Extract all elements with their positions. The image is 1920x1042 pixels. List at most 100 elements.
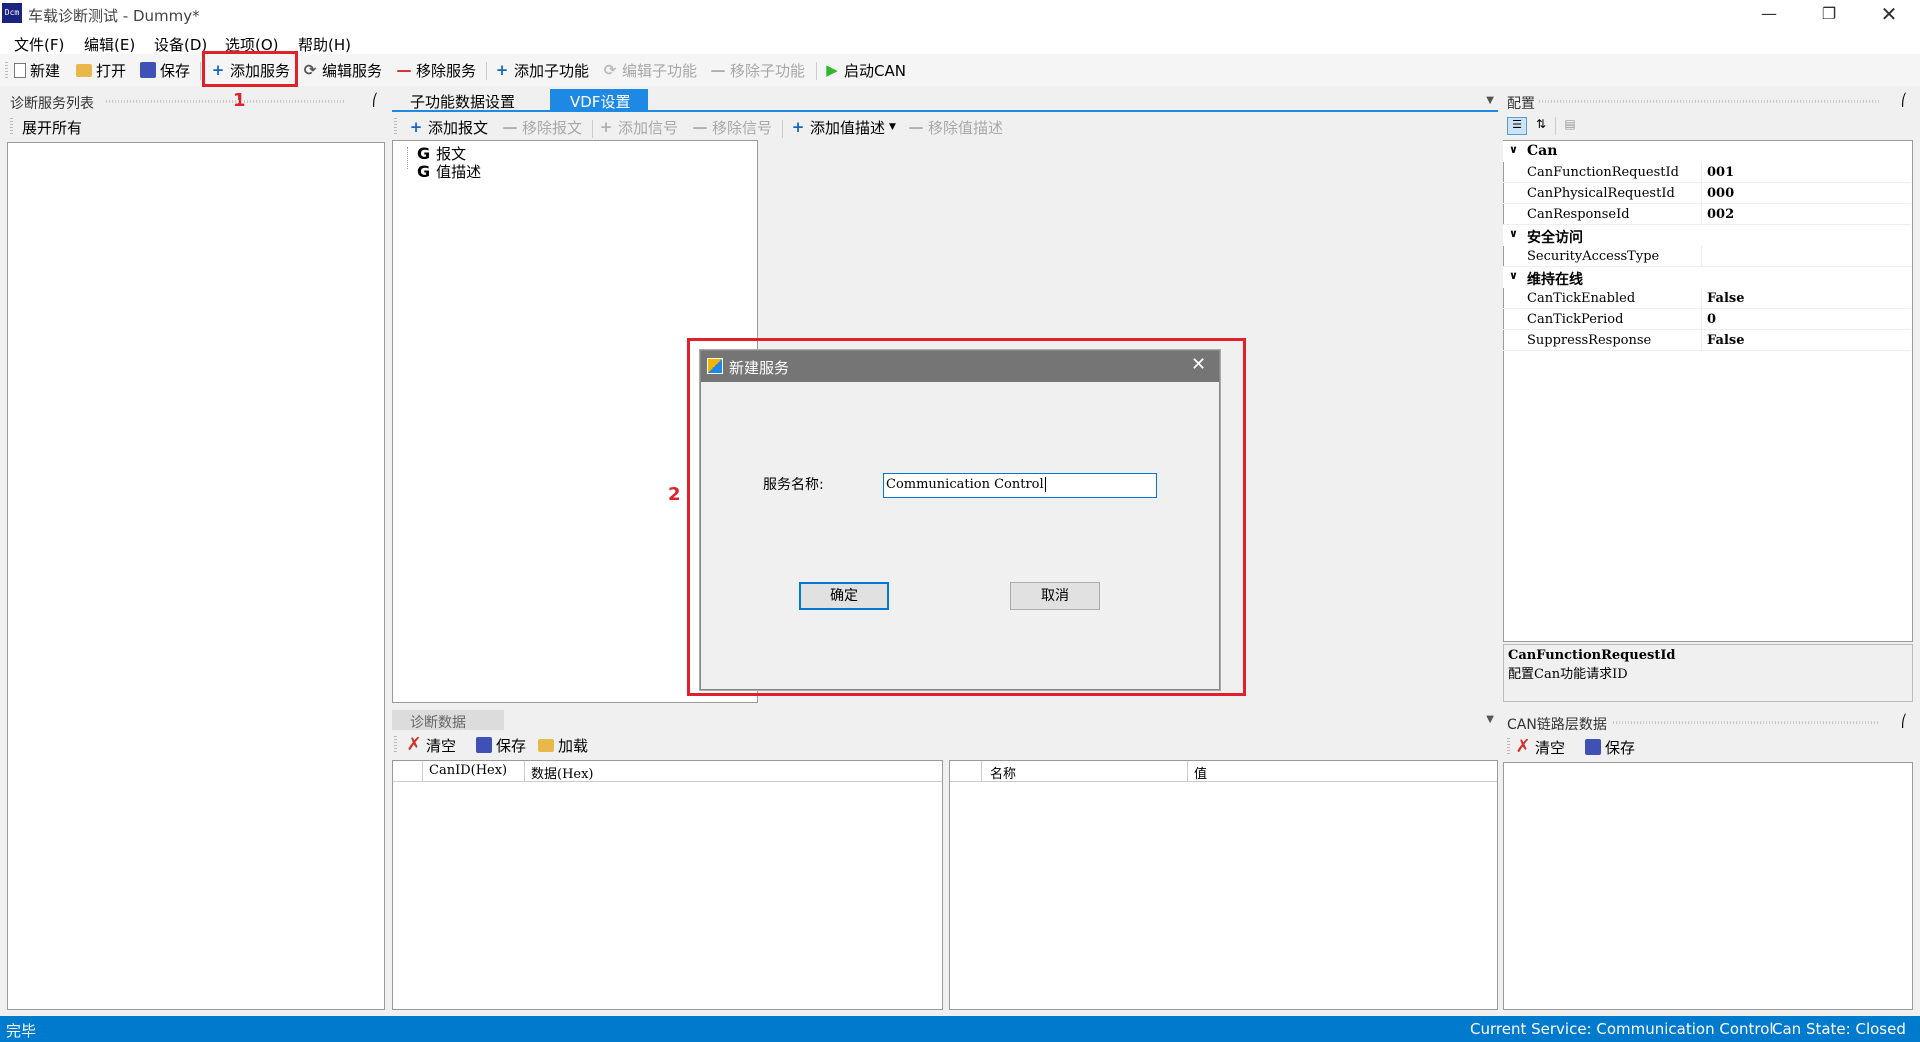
ok-button[interactable]: 确定	[799, 582, 889, 610]
diag-data-title[interactable]: 诊断数据	[392, 710, 504, 731]
floppy-icon	[1585, 739, 1601, 755]
clear-button[interactable]: ✗ 清空	[406, 734, 456, 756]
remove-subfunction-button[interactable]: — 移除子功能	[710, 59, 806, 81]
save-button[interactable]: 保存	[1585, 736, 1635, 758]
open-button[interactable]: 打开	[76, 59, 126, 81]
restore-button[interactable]: ❐	[1800, 0, 1858, 30]
tab-vdf-settings[interactable]: VDF设置	[550, 89, 649, 111]
minus-icon: —	[502, 118, 518, 136]
prop-row[interactable]: SecurityAccessType	[1503, 246, 1911, 267]
tab-subfunction-data[interactable]: 子功能数据设置	[392, 89, 533, 111]
chevron-down-icon: ∨	[1509, 143, 1518, 156]
app-icon: Dcm	[2, 3, 22, 23]
chevron-down-icon[interactable]: ▼	[1486, 95, 1494, 106]
prop-category-keepalive[interactable]: ∨ 维持在线	[1503, 267, 1911, 288]
decoded-table[interactable]: 名称 值	[949, 760, 1498, 1010]
prop-category-security[interactable]: ∨ 安全访问	[1503, 225, 1911, 246]
close-window-button[interactable]: ✕	[1860, 0, 1918, 30]
minimize-button[interactable]: —	[1740, 0, 1798, 30]
column-value[interactable]: 值	[1188, 761, 1497, 782]
minus-icon: —	[396, 61, 412, 79]
prop-row[interactable]: CanTickPeriod 0	[1503, 309, 1911, 330]
config-panel-header: 配置 ⎛	[1503, 91, 1913, 112]
left-panel-header: 诊断服务列表 ⎛	[6, 91, 386, 112]
window-title: 车载诊断测试 - Dummy*	[28, 7, 200, 25]
chevron-down-icon[interactable]: ▼	[1486, 714, 1494, 725]
new-file-icon	[14, 62, 26, 78]
annotation-number-2: 2	[668, 484, 681, 505]
remove-signal-button[interactable]: — 移除信号	[692, 116, 773, 138]
minus-icon: —	[692, 118, 708, 136]
can-panel-toolbar: ✗ 清空 保存	[1503, 734, 1913, 760]
service-name-input[interactable]: Communication Control	[883, 473, 1157, 498]
load-button[interactable]: 加载	[538, 734, 588, 756]
save-button[interactable]: 保存	[140, 59, 190, 81]
remove-value-description-button[interactable]: — 移除值描述	[908, 116, 1004, 138]
menu-device[interactable]: 设备(D)	[154, 34, 207, 55]
table-header: CanID(Hex) 数据(Hex)	[393, 761, 942, 782]
chevron-down-icon: ∨	[1509, 227, 1518, 240]
current-service-status: Current Service: Communication Control	[1470, 1020, 1774, 1038]
prop-row[interactable]: CanResponseId 002	[1503, 204, 1911, 225]
edit-subfunction-button[interactable]: ⟳ 编辑子功能	[602, 59, 697, 81]
edit-service-button[interactable]: ⟳ 编辑服务	[302, 59, 382, 81]
expand-all-button[interactable]: 展开所有	[22, 117, 82, 138]
can-state-status: Can State: Closed	[1772, 1020, 1906, 1038]
add-value-description-button[interactable]: + 添加值描述 ▼	[790, 116, 896, 138]
description-title: CanFunctionRequestId	[1508, 648, 1676, 663]
column-canid[interactable]: CanID(Hex)	[423, 761, 525, 781]
table-header: 名称 值	[950, 761, 1497, 782]
title-bar: Dcm 车载诊断测试 - Dummy* — ❐ ✕	[0, 0, 1920, 30]
floppy-icon	[140, 62, 156, 78]
menu-file[interactable]: 文件(F)	[14, 34, 64, 55]
pin-icon[interactable]: ⎛	[1901, 714, 1907, 728]
column-name[interactable]: 名称	[982, 761, 1188, 782]
categorized-icon[interactable]: ☰	[1507, 117, 1527, 135]
can-frame-table[interactable]: CanID(Hex) 数据(Hex)	[392, 760, 943, 1010]
minus-icon: —	[908, 118, 924, 136]
prop-row[interactable]: SuppressResponse False	[1503, 330, 1911, 351]
prop-category-can[interactable]: ∨ Can	[1503, 141, 1911, 162]
prop-row[interactable]: CanFunctionRequestId 001	[1503, 162, 1911, 183]
refresh-icon: ⟳	[603, 61, 617, 79]
folder-icon	[76, 63, 92, 77]
plus-icon: +	[495, 61, 509, 79]
start-can-button[interactable]: ▶ 启动CAN	[824, 59, 906, 81]
property-pages-icon[interactable]: ▤	[1560, 117, 1580, 135]
dialog-title-bar: 新建服务 ✕	[701, 351, 1219, 382]
can-panel-header: CAN链路层数据 ⎛	[1503, 712, 1913, 733]
prop-row[interactable]: CanPhysicalRequestId 000	[1503, 183, 1911, 204]
add-message-button[interactable]: + 添加报文	[408, 116, 488, 138]
add-signal-button[interactable]: + 添加信号	[598, 116, 678, 138]
tree-node-value-description[interactable]: G 值描述	[417, 161, 481, 182]
config-toolbar: ☰ ⇅ ▤	[1503, 114, 1913, 140]
clear-button[interactable]: ✗ 清空	[1515, 736, 1565, 758]
menu-help[interactable]: 帮助(H)	[298, 34, 351, 55]
pin-icon[interactable]: ⎛	[372, 93, 378, 107]
add-subfunction-button[interactable]: + 添加子功能	[494, 59, 589, 81]
x-icon: ✗	[1515, 736, 1531, 757]
plus-icon: +	[599, 118, 613, 136]
sort-alpha-icon[interactable]: ⇅	[1531, 117, 1551, 135]
plus-icon: +	[791, 118, 805, 136]
new-service-dialog: 新建服务 ✕ 服务名称: Communication Control 确定 取消	[700, 350, 1220, 690]
column-data[interactable]: 数据(Hex)	[525, 761, 942, 782]
pin-icon[interactable]: ⎛	[1901, 93, 1907, 107]
status-text: 完毕	[6, 1022, 37, 1040]
new-button[interactable]: 新建	[14, 59, 60, 81]
service-tree[interactable]	[7, 142, 385, 1010]
can-link-data-area[interactable]	[1503, 762, 1913, 1010]
save-button[interactable]: 保存	[476, 734, 526, 756]
folder-icon	[538, 738, 554, 752]
dialog-close-icon[interactable]: ✕	[1191, 354, 1206, 375]
prop-row[interactable]: CanTickEnabled False	[1503, 288, 1911, 309]
floppy-icon	[476, 737, 492, 753]
cancel-button[interactable]: 取消	[1010, 582, 1100, 610]
status-bar: 完毕 Current Service: Communication Contro…	[0, 1016, 1920, 1042]
remove-service-button[interactable]: — 移除服务	[396, 59, 477, 81]
dialog-title: 新建服务	[729, 359, 790, 377]
remove-message-button[interactable]: — 移除报文	[502, 116, 583, 138]
refresh-icon: ⟳	[303, 61, 317, 79]
g-icon: G	[417, 162, 431, 181]
menu-edit[interactable]: 编辑(E)	[84, 34, 135, 55]
